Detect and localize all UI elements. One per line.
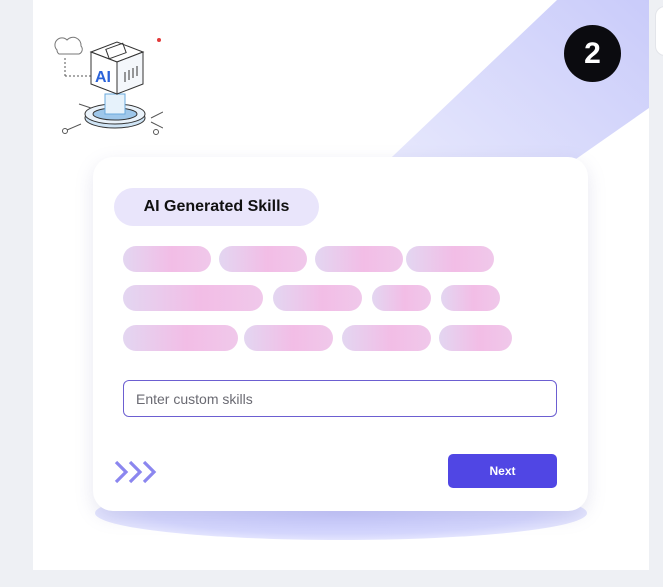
- next-button[interactable]: Next: [448, 454, 557, 488]
- skill-chip[interactable]: [219, 246, 307, 272]
- skill-chip[interactable]: [342, 325, 431, 351]
- skill-chip[interactable]: [123, 246, 211, 272]
- skill-chip[interactable]: [315, 246, 403, 272]
- skill-chip[interactable]: [372, 285, 431, 311]
- skill-chip[interactable]: [123, 285, 263, 311]
- onboarding-step-panel: 2 AI AI Generated Skills Enter custom sk…: [33, 0, 649, 570]
- skill-chip[interactable]: [123, 325, 238, 351]
- skills-card: AI Generated Skills Next: [93, 157, 588, 511]
- skill-chip[interactable]: [273, 285, 362, 311]
- custom-skills-input[interactable]: [123, 380, 557, 417]
- step-number-badge: 2: [564, 25, 621, 82]
- ai-cube-icon: AI: [54, 36, 163, 135]
- skill-chip[interactable]: [441, 285, 500, 311]
- skill-chip[interactable]: [244, 325, 333, 351]
- triple-chevron-right-icon: [114, 460, 157, 484]
- skills-title: AI Generated Skills: [114, 188, 319, 226]
- skill-chip[interactable]: [406, 246, 494, 272]
- illustration-ai-label: AI: [95, 69, 111, 86]
- adjacent-panel-edge: [655, 6, 663, 56]
- skill-chip[interactable]: [439, 325, 512, 351]
